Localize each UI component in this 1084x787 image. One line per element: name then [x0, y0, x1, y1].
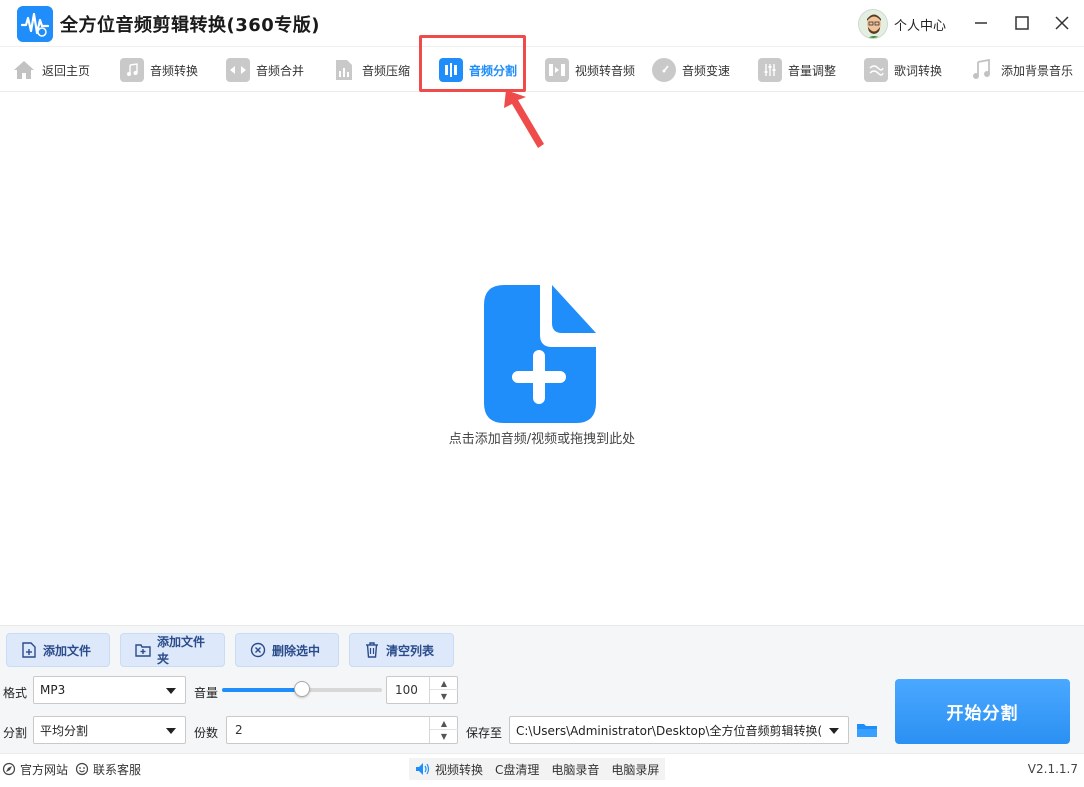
- format-label: 格式: [3, 686, 28, 700]
- clear-list-button[interactable]: 清空列表: [349, 633, 454, 667]
- screen-record-link[interactable]: 电脑录屏: [611, 761, 659, 778]
- file-drop-zone[interactable]: 点击添加音频/视频或拖拽到此处: [0, 92, 1084, 625]
- format-select[interactable]: MP3: [33, 676, 186, 704]
- tab-lyrics-convert[interactable]: 歌词转换: [864, 47, 942, 93]
- trash-icon: [364, 642, 380, 658]
- volume-slider-thumb[interactable]: [294, 681, 310, 697]
- official-website-link[interactable]: 官方网站: [2, 754, 68, 784]
- parts-down-button[interactable]: ▼: [430, 730, 458, 743]
- action-buttons: 添加文件 添加文件夹 删除选中 清空列表: [6, 633, 454, 667]
- quick-links: 视频转换 C盘清理 电脑录音 电脑录屏: [409, 758, 666, 780]
- split-label: 分割: [3, 726, 28, 740]
- tab-audio-convert[interactable]: 音频转换: [120, 47, 198, 93]
- folder-plus-icon: [135, 642, 151, 658]
- split-icon: [439, 58, 463, 82]
- volume-sliders-icon: [758, 58, 782, 82]
- tab-audio-speed[interactable]: 音频变速: [652, 47, 730, 93]
- title-bar: 全方位音频剪辑转换(360专版) 个人中心: [0, 0, 1084, 46]
- tool-tabs: 返回主页 音频转换 音频合并 音频压缩 音频分割 视频转音频 音频变速 音量调整…: [0, 46, 1084, 92]
- close-button[interactable]: [1049, 10, 1075, 36]
- tab-home[interactable]: 返回主页: [12, 47, 90, 93]
- pc-record-link[interactable]: 电脑录音: [551, 761, 599, 778]
- lyrics-icon: [864, 58, 888, 82]
- add-folder-button[interactable]: 添加文件夹: [120, 633, 225, 667]
- tab-audio-split[interactable]: 音频分割: [439, 47, 517, 93]
- version-label: V2.1.1.7: [1027, 762, 1078, 776]
- home-icon: [12, 58, 36, 82]
- compress-icon: [332, 58, 356, 82]
- music-notes-icon: [971, 58, 995, 82]
- chevron-down-icon: [829, 728, 839, 734]
- drop-hint-text: 点击添加音频/视频或拖拽到此处: [448, 432, 636, 447]
- maximize-button[interactable]: [1009, 10, 1035, 36]
- volume-stepper[interactable]: 100 ▲ ▼: [386, 676, 458, 704]
- merge-icon: [226, 58, 250, 82]
- minimize-button[interactable]: [968, 10, 994, 36]
- video-icon: [545, 58, 569, 82]
- app-title: 全方位音频剪辑转换(360专版): [60, 15, 321, 36]
- tab-add-bgm[interactable]: 添加背景音乐: [971, 47, 1073, 93]
- volume-down-button[interactable]: ▼: [430, 690, 458, 703]
- compass-icon: [2, 762, 16, 776]
- tab-video-to-audio[interactable]: 视频转音频: [545, 47, 635, 93]
- tab-audio-merge[interactable]: 音频合并: [226, 47, 304, 93]
- volume-up-button[interactable]: ▲: [430, 677, 458, 690]
- tab-audio-compress[interactable]: 音频压缩: [332, 47, 410, 93]
- close-icon: [1055, 16, 1069, 30]
- save-path-select[interactable]: C:\Users\Administrator\Desktop\全方位音频剪辑转换…: [509, 716, 849, 744]
- minimize-icon: [975, 22, 987, 24]
- chevron-down-icon: [166, 728, 176, 734]
- contact-support-link[interactable]: 联系客服: [75, 754, 141, 784]
- volume-label: 音量: [194, 686, 219, 700]
- parts-up-button[interactable]: ▲: [430, 717, 458, 730]
- music-note-icon: [120, 58, 144, 82]
- open-folder-button[interactable]: [856, 721, 878, 739]
- video-convert-link[interactable]: 视频转换: [415, 761, 483, 778]
- add-file-button[interactable]: 添加文件: [6, 633, 110, 667]
- avatar: [858, 9, 888, 39]
- maximize-icon: [1015, 16, 1029, 30]
- chevron-down-icon: [166, 688, 176, 694]
- tab-volume-adjust[interactable]: 音量调整: [758, 47, 836, 93]
- file-plus-icon: [21, 642, 37, 658]
- speed-gauge-icon: [652, 58, 676, 82]
- volume-slider[interactable]: [222, 681, 382, 697]
- app-logo-icon: [17, 6, 53, 42]
- speaker-icon: [416, 763, 430, 775]
- save-to-label: 保存至: [466, 726, 503, 740]
- user-center-button[interactable]: 个人中心: [858, 9, 946, 39]
- status-bar: 官方网站 联系客服 视频转换 C盘清理 电脑录音 电脑录屏 V2.1.1.7: [0, 753, 1084, 787]
- disk-clean-link[interactable]: C盘清理: [495, 761, 539, 778]
- volume-slider-fill: [222, 688, 302, 692]
- start-split-button[interactable]: 开始分割: [895, 679, 1070, 744]
- delete-circle-icon: [250, 642, 266, 658]
- add-file-icon: [484, 285, 596, 423]
- parts-stepper[interactable]: 2 ▲ ▼: [226, 716, 458, 744]
- folder-icon: [857, 724, 877, 737]
- user-center-label: 个人中心: [894, 18, 947, 34]
- app-window: 全方位音频剪辑转换(360专版) 个人中心 返回主页 音频转换 音频合并 音频压…: [0, 0, 1084, 787]
- support-icon: [75, 762, 89, 776]
- parts-label: 份数: [194, 726, 219, 740]
- control-panel: 添加文件 添加文件夹 删除选中 清空列表 格式 MP3 音量 100 ▲ ▼ 分…: [0, 625, 1084, 753]
- delete-selected-button[interactable]: 删除选中: [235, 633, 339, 667]
- split-mode-select[interactable]: 平均分割: [33, 716, 186, 744]
